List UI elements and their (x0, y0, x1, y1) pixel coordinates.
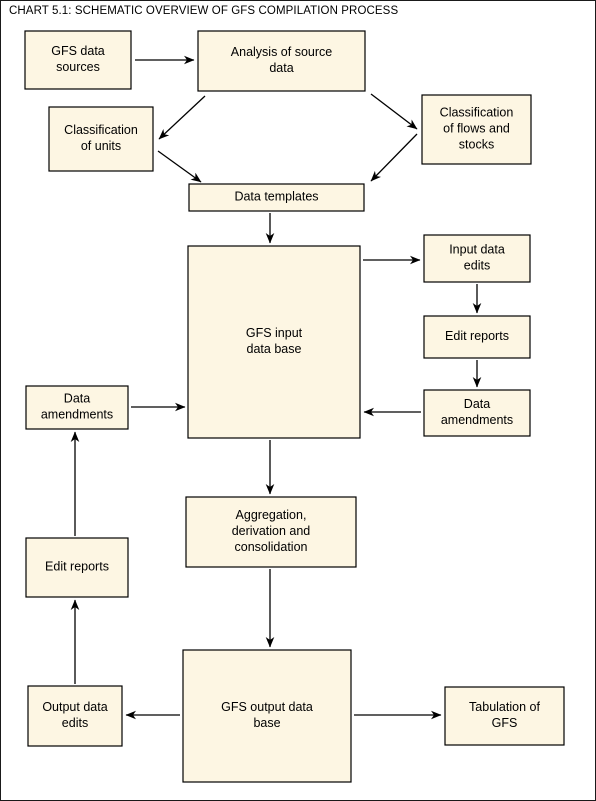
flow-arrow-analysis-to-class-units (158, 95, 206, 140)
flow-node-tabulation_gfs[interactable]: Tabulation of GFS (444, 686, 565, 746)
node-label: Aggregation, derivation and consolidation (232, 508, 311, 554)
flow-arrow-analysis-to-class-flows (370, 93, 418, 130)
flow-node-analysis_source_data[interactable]: Analysis of source data (197, 30, 366, 92)
flow-node-aggregation[interactable]: Aggregation, derivation and consolidation (185, 496, 357, 568)
flow-node-gfs_data_sources[interactable]: GFS data sources (24, 30, 132, 90)
flow-nodes: GFS data sources Analysis of source data Cla… (24, 30, 565, 783)
flow-node-data_templates[interactable]: Data templates (188, 183, 365, 212)
node-label: Edit reports (45, 560, 109, 574)
flow-node-edit_reports_left[interactable]: Edit reports (25, 537, 129, 598)
flow-node-output_data_edits[interactable]: Output data edits (27, 685, 123, 747)
node-label: Data templates (234, 190, 318, 204)
node-label: Edit reports (445, 329, 509, 343)
flow-arrow-class-flows-to-templates (370, 133, 418, 182)
flow-node-data_amendments_right[interactable]: Data amendments (423, 389, 531, 437)
flow-node-data_amendments_left[interactable]: Data amendments (25, 385, 129, 430)
flow-node-classification_units[interactable]: Classification of units (48, 106, 154, 172)
flow-node-edit_reports_right[interactable]: Edit reports (423, 315, 531, 359)
chart-page: CHART 5.1: SCHEMATIC OVERVIEW OF GFS COM… (0, 0, 596, 801)
flow-node-input_data_edits[interactable]: Input data edits (423, 234, 531, 283)
flowchart-canvas: GFS data sources Analysis of source data Cla… (24, 30, 565, 783)
flow-node-gfs_input_data_base[interactable]: GFS input data base (187, 245, 361, 439)
flow-node-classification_flows[interactable]: Classification of flows and stocks (421, 94, 532, 165)
flow-node-gfs_output_data_base[interactable]: GFS output data base (182, 649, 352, 783)
flow-arrow-class-units-to-templates (157, 150, 202, 183)
